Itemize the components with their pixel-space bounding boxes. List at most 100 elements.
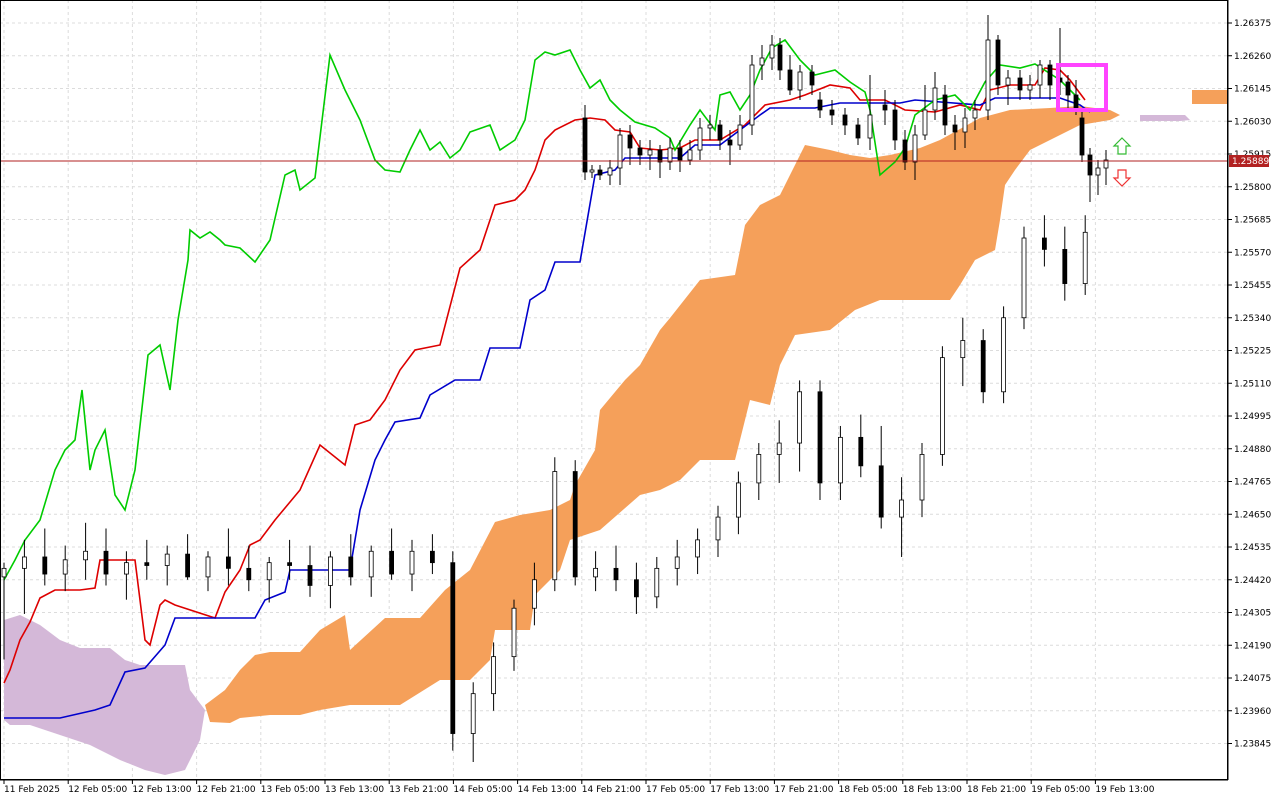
y-tick-label: 1.24880 (1234, 445, 1271, 455)
candle-body (307, 565, 313, 586)
candle-body (1073, 94, 1079, 109)
candle-body (882, 104, 888, 111)
kumo-bear-area-future (1140, 115, 1190, 121)
candle-body (922, 109, 928, 136)
candle-body (637, 147, 643, 156)
candle-body (817, 391, 823, 484)
candle-body (912, 134, 918, 163)
candle-body (205, 556, 211, 578)
candle-body (429, 550, 435, 564)
candle-body (1042, 237, 1047, 250)
candle-body (695, 539, 700, 558)
y-tick-label: 1.24535 (1234, 543, 1271, 553)
x-tick-label: 13 Feb 13:00 (325, 785, 384, 795)
candle-body (62, 559, 68, 575)
candle-body (164, 553, 170, 566)
candle-body (892, 109, 898, 141)
current-price-label: 1.25889 (1232, 157, 1269, 167)
candle-body (855, 124, 861, 139)
candle-body (327, 556, 333, 586)
candle-body (552, 471, 558, 581)
candle-body (980, 340, 986, 393)
x-tick-label: 18 Feb 13:00 (903, 785, 962, 795)
candle-body (348, 556, 354, 578)
candle-body (409, 550, 415, 575)
y-tick-label: 1.25570 (1234, 248, 1271, 258)
candle-body (21, 556, 27, 569)
x-tick-label: 13 Feb 21:00 (389, 785, 448, 795)
y-tick-label: 1.24650 (1234, 510, 1271, 520)
candle-body (940, 357, 945, 455)
x-tick-label: 17 Feb 21:00 (774, 785, 833, 795)
candle-body (1017, 77, 1023, 91)
candle-body (266, 562, 272, 581)
y-tick-label: 1.24305 (1234, 609, 1271, 619)
candle-body (737, 124, 743, 146)
candle-body (759, 57, 765, 66)
candle-body (787, 69, 793, 91)
x-tick-label: 14 Feb 05:00 (453, 785, 512, 795)
candle-body (867, 114, 873, 139)
candle-body (593, 567, 598, 578)
candle-body (1047, 64, 1053, 86)
candle-body (829, 109, 835, 116)
candle-body (246, 567, 252, 581)
x-tick-label: 14 Feb 13:00 (518, 785, 577, 795)
candle-body (919, 454, 925, 501)
x-tick-label: 12 Feb 13:00 (132, 785, 191, 795)
candle-body (83, 550, 88, 561)
candle-body (769, 44, 775, 59)
candle-body (511, 607, 517, 658)
y-tick-label: 1.25225 (1234, 347, 1271, 357)
candle-body (144, 562, 150, 566)
candle-body (995, 39, 1001, 86)
x-tick-label: 18 Feb 05:00 (839, 785, 898, 795)
candle-body (942, 94, 948, 126)
y-tick-label: 1.26260 (1234, 52, 1271, 62)
candle-body (842, 114, 848, 126)
y-tick-label: 1.24190 (1234, 641, 1271, 651)
candle-body (613, 567, 619, 581)
candle-body (657, 149, 663, 163)
y-tick-label: 1.25455 (1234, 281, 1271, 291)
candle-body (952, 124, 958, 133)
y-tick-label: 1.25800 (1234, 183, 1271, 193)
x-tick-label: 11 Feb 2025 (4, 785, 60, 795)
kumo-bull-area-future (1192, 90, 1228, 104)
candle-body (707, 124, 713, 129)
x-tick-label: 12 Feb 05:00 (68, 785, 127, 795)
candle-body (674, 556, 680, 569)
candle-body (687, 149, 693, 161)
candle-body (1037, 64, 1043, 86)
candle-body (715, 516, 721, 541)
candle-body (532, 579, 537, 609)
candle-body (607, 167, 613, 176)
y-tick-label: 1.25110 (1234, 379, 1271, 389)
candle-body (627, 134, 633, 149)
candle-body (797, 71, 803, 91)
y-tick-label: 1.24075 (1234, 674, 1271, 684)
candle-body (124, 562, 129, 575)
candle-body (878, 465, 884, 518)
y-tick-label: 1.26145 (1234, 85, 1271, 95)
candle-body (717, 124, 723, 141)
candle-body (1, 567, 7, 578)
candle-body (727, 139, 733, 146)
candle-body (985, 39, 991, 111)
y-tick-label: 1.26030 (1234, 117, 1271, 127)
candle-body (736, 482, 741, 518)
y-tick-label: 1.23960 (1234, 707, 1271, 717)
x-tick-label: 17 Feb 13:00 (710, 785, 769, 795)
candle-body (582, 117, 588, 173)
candle-body (225, 556, 231, 569)
candle-body (1001, 317, 1006, 393)
y-tick-label: 1.25340 (1234, 314, 1271, 324)
x-tick-label: 13 Feb 05:00 (261, 785, 320, 795)
candle-body (899, 499, 904, 518)
candle-body (697, 127, 703, 151)
candle-body (1021, 237, 1027, 319)
candle-body (776, 442, 782, 455)
candle-body (1027, 84, 1033, 91)
y-tick-label: 1.24420 (1234, 576, 1271, 586)
ichimoku-chart: 1.263751.262601.261451.260301.259151.258… (0, 0, 1280, 800)
